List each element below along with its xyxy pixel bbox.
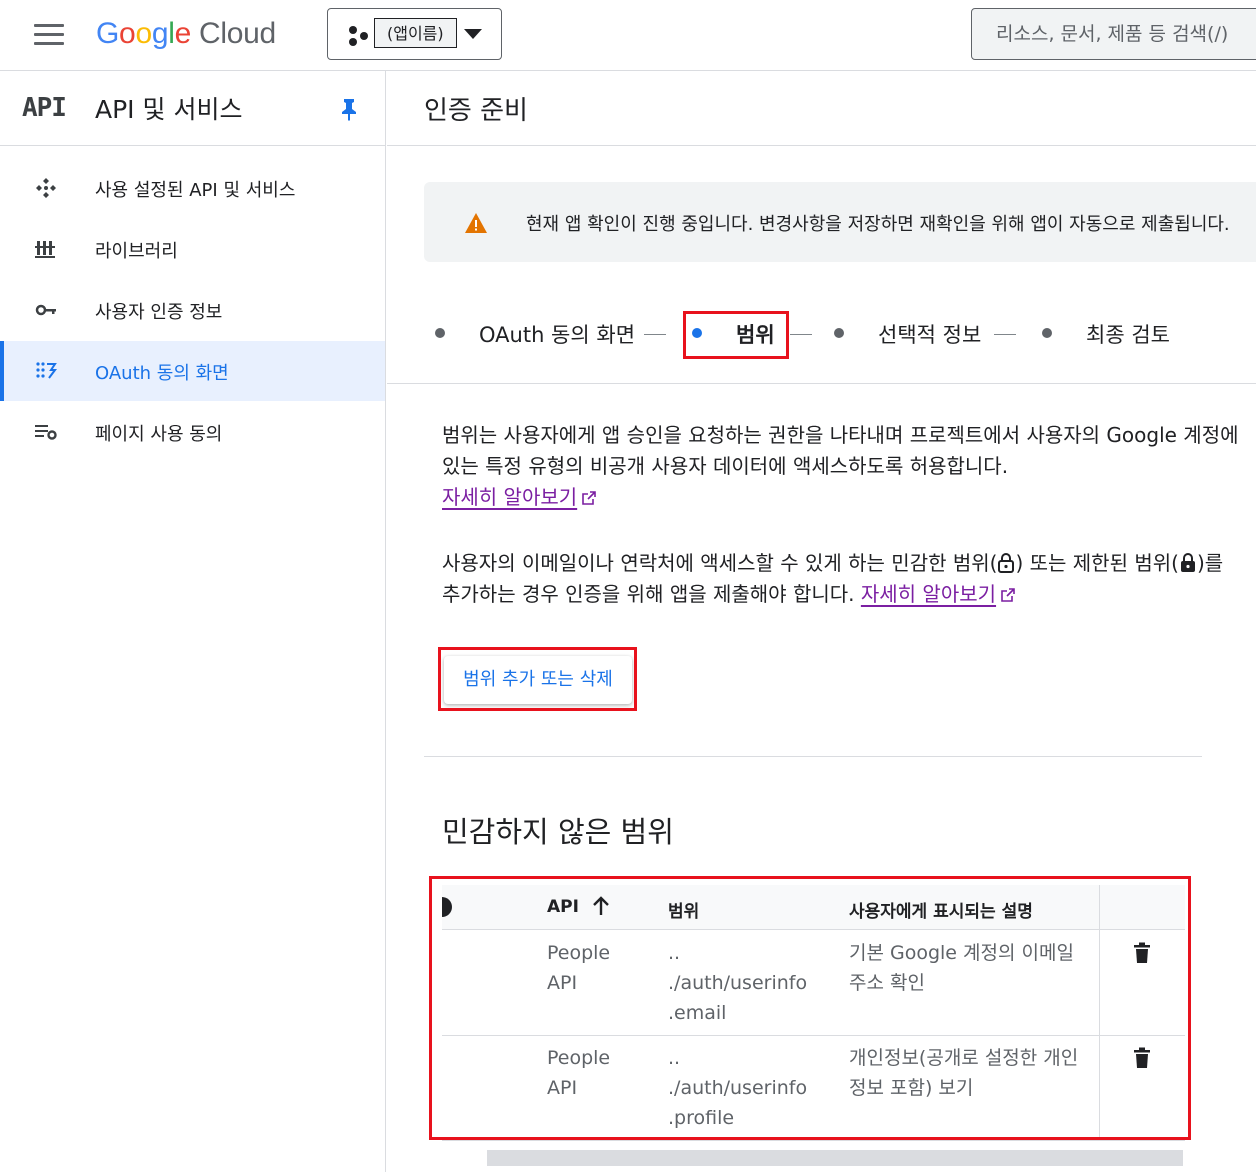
project-dots-icon bbox=[349, 26, 368, 46]
sidebar-item-library[interactable]: 라이브러리 bbox=[0, 219, 385, 279]
step-connector bbox=[790, 334, 812, 335]
divider bbox=[424, 756, 1202, 757]
external-link-icon bbox=[582, 491, 596, 505]
sidebar-item-enabled-apis[interactable]: 사용 설정된 API 및 서비스 bbox=[0, 158, 385, 218]
cell-description: 기본 Google 계정의 이메일 주소 확인 bbox=[849, 942, 1074, 994]
trash-icon[interactable] bbox=[1133, 942, 1151, 964]
project-picker[interactable]: (앱이름) bbox=[327, 8, 502, 60]
oauth-dots-icon bbox=[36, 362, 57, 379]
page-title: 인증 준비 bbox=[424, 96, 528, 126]
google-cloud-logo[interactable]: Google Cloud bbox=[96, 14, 276, 54]
stepper: OAuth 동의 화면 범위 선택적 정보 최종 검토 bbox=[387, 303, 1256, 384]
add-remove-scopes-button[interactable]: 범위 추가 또는 삭제 bbox=[444, 656, 632, 704]
cell-scope: .. ./auth/userinfo .profile bbox=[668, 1047, 808, 1129]
non-sensitive-scopes-title: 민감하지 않은 범위 bbox=[442, 815, 674, 849]
api-logo-icon: API bbox=[22, 93, 67, 123]
arrow-up-icon[interactable] bbox=[590, 895, 612, 917]
sidebar-item-credentials[interactable]: 사용자 인증 정보 bbox=[0, 280, 385, 340]
trash-icon[interactable] bbox=[1133, 1047, 1151, 1069]
sidebar-item-label: OAuth 동의 화면 bbox=[95, 363, 229, 384]
external-link-icon bbox=[1001, 588, 1015, 602]
learn-more-link[interactable]: 자세히 알아보기 bbox=[442, 485, 577, 509]
sidebar-item-label: 페이지 사용 동의 bbox=[95, 424, 223, 445]
learn-more-link[interactable]: 자세히 알아보기 bbox=[861, 582, 996, 606]
step-dot bbox=[1042, 328, 1052, 338]
sidebar-title: API 및 서비스 bbox=[95, 95, 243, 124]
column-separator bbox=[1099, 885, 1100, 929]
table-row: People API .. ./auth/userinfo .profile 개인정보… bbox=[442, 1035, 1185, 1141]
top-bar: Google Cloud (앱이름) bbox=[0, 0, 1256, 71]
main-menu-icon[interactable] bbox=[34, 24, 64, 46]
col-user-description: 사용자에게 표시되는 설명 bbox=[849, 902, 1033, 922]
api-diamond-icon bbox=[36, 178, 56, 198]
review-status-banner: 현재 앱 확인이 진행 중입니다. 변경사항을 저장하면 재확인을 위해 앱이 … bbox=[424, 182, 1256, 262]
search-input[interactable] bbox=[972, 9, 1256, 59]
step-connector bbox=[644, 334, 666, 335]
sidebar-item-label: 라이브러리 bbox=[95, 241, 178, 262]
horizontal-scrollbar[interactable] bbox=[487, 1150, 1183, 1166]
cell-api: People API bbox=[547, 942, 611, 994]
sidebar-item-oauth-consent[interactable]: OAuth 동의 화면 bbox=[0, 341, 385, 401]
cell-description: 개인정보(공개로 설정한 개인 정보 포함) 보기 bbox=[849, 1047, 1079, 1099]
col-api[interactable]: API bbox=[547, 897, 579, 917]
main-content: 인증 준비 현재 앱 확인이 진행 중입니다. 변경사항을 저장하면 재확인을 … bbox=[387, 71, 1256, 1172]
scopes-description: 범위는 사용자에게 앱 승인을 요청하는 권한을 나타내며 프로젝트에서 사용자… bbox=[442, 423, 1239, 509]
step-connector bbox=[994, 334, 1016, 335]
search-box[interactable] bbox=[971, 8, 1256, 60]
select-all-icon[interactable] bbox=[442, 897, 452, 917]
table-row: People API .. ./auth/userinfo .email 기본 Goo… bbox=[442, 930, 1185, 1036]
key-icon bbox=[35, 304, 56, 316]
sidebar-item-label: 사용 설정된 API 및 서비스 bbox=[95, 180, 296, 201]
sidebar: API API 및 서비스 사용 설정된 API 및 서비스 라이브러리 사용자… bbox=[0, 71, 386, 1172]
main-header: 인증 준비 bbox=[387, 71, 1256, 146]
library-icon bbox=[35, 241, 55, 258]
sidebar-header: API API 및 서비스 bbox=[0, 71, 385, 146]
pin-icon[interactable] bbox=[340, 97, 358, 121]
cell-scope: .. ./auth/userinfo .email bbox=[668, 942, 808, 1024]
step-dot bbox=[435, 328, 445, 338]
sensitive-scopes-note: 사용자의 이메일이나 연락처에 액세스할 수 있게 하는 민감한 범위() 또는… bbox=[442, 551, 1224, 606]
step-dot bbox=[834, 328, 844, 338]
step-dot bbox=[692, 328, 702, 338]
warning-icon bbox=[465, 213, 487, 233]
col-scope: 범위 bbox=[668, 902, 700, 922]
step-label: 범위 bbox=[736, 323, 775, 347]
column-separator bbox=[1099, 930, 1100, 1035]
banner-text: 현재 앱 확인이 진행 중입니다. 변경사항을 저장하면 재확인을 위해 앱이 … bbox=[526, 214, 1230, 235]
project-name: (앱이름) bbox=[374, 18, 457, 48]
table-header: API 범위 사용자에게 표시되는 설명 bbox=[442, 885, 1185, 930]
cell-api: People API bbox=[547, 1047, 611, 1099]
sidebar-item-page-usage-agreement[interactable]: 페이지 사용 동의 bbox=[0, 402, 385, 462]
lock-icon bbox=[1180, 553, 1195, 572]
step-label: 최종 검토 bbox=[1086, 323, 1170, 347]
column-separator bbox=[1099, 1035, 1100, 1140]
settings-list-icon bbox=[35, 425, 57, 440]
caret-down-icon bbox=[464, 29, 482, 39]
unlock-outline-icon bbox=[998, 553, 1015, 573]
step-label: OAuth 동의 화면 bbox=[479, 323, 636, 347]
step-label: 선택적 정보 bbox=[878, 323, 982, 347]
sidebar-item-label: 사용자 인증 정보 bbox=[95, 302, 223, 323]
